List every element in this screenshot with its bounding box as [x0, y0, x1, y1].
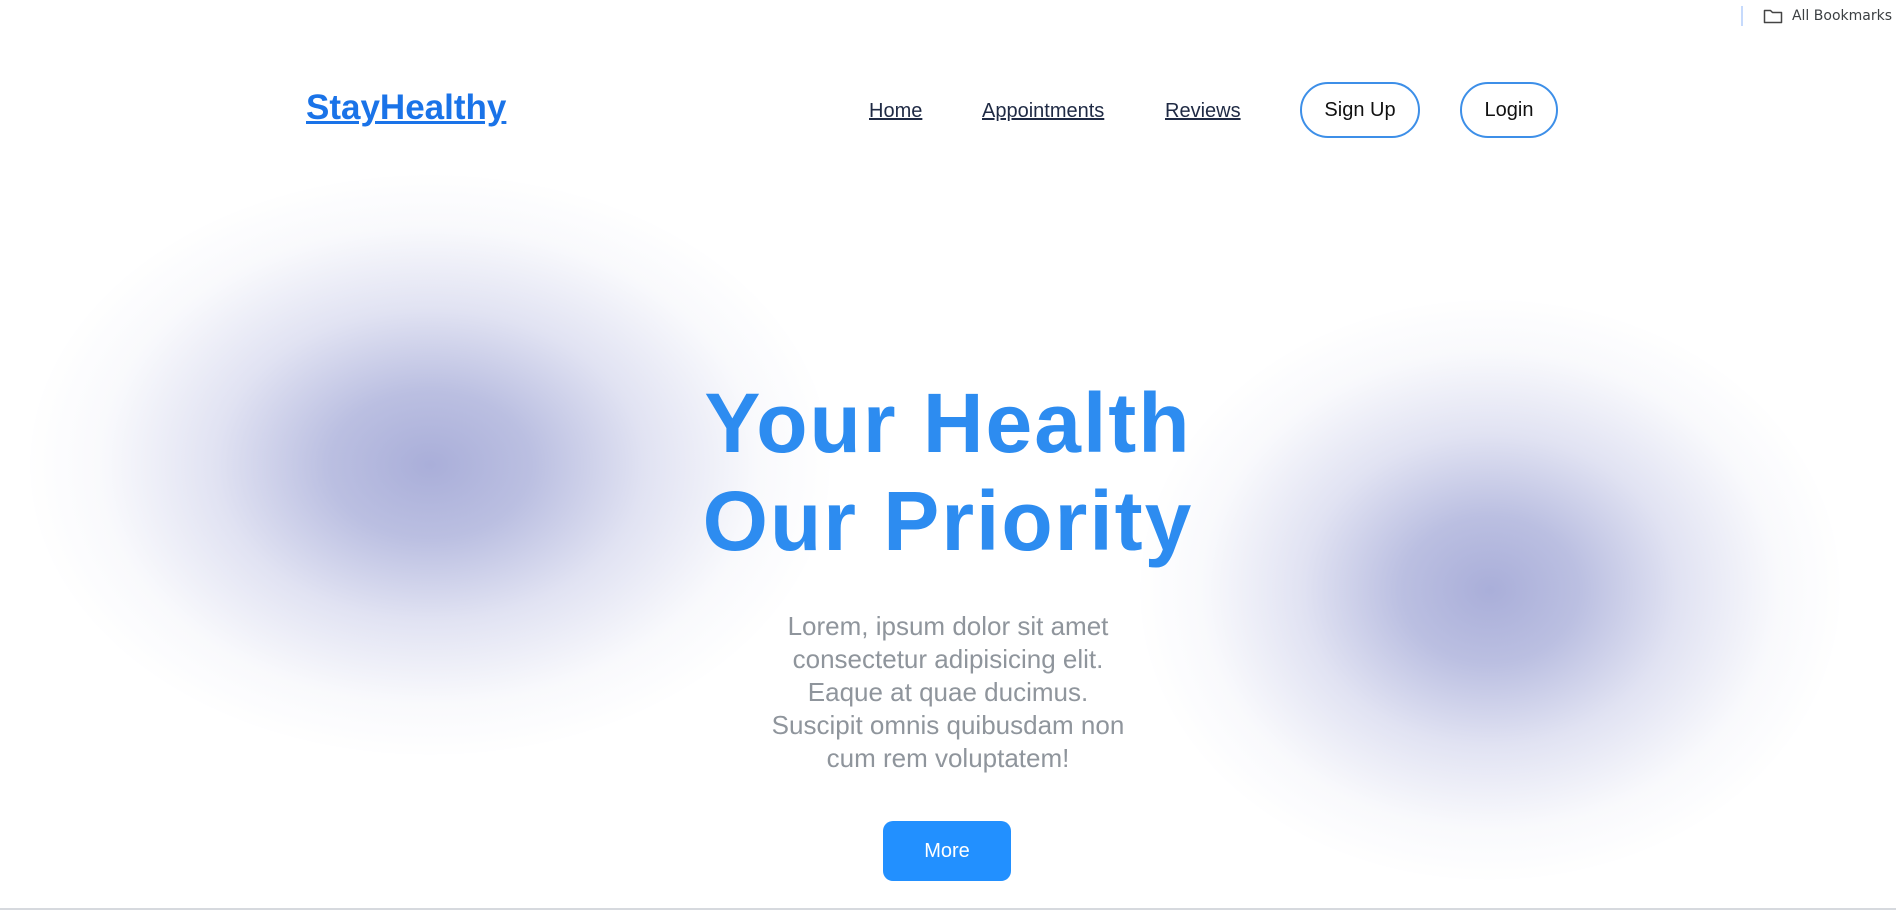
all-bookmarks-label: All Bookmarks: [1791, 8, 1892, 24]
nav-link-reviews[interactable]: Reviews: [1165, 100, 1241, 123]
bookmarks-bar: All Bookmarks: [1632, 0, 1896, 32]
login-button[interactable]: Login: [1460, 82, 1558, 138]
hero-description: Lorem, ipsum dolor sit amet consectetur …: [748, 610, 1148, 775]
sign-up-button[interactable]: Sign Up: [1300, 82, 1420, 138]
nav-link-appointments[interactable]: Appointments: [982, 100, 1104, 123]
hero-description-line: cum rem voluptatem!: [826, 743, 1070, 773]
hero-description-line: Suscipit omnis quibusdam non: [771, 710, 1125, 740]
hero-title-line-2: Our Priority: [702, 474, 1194, 568]
bottom-divider: [0, 908, 1896, 910]
folder-icon: [1763, 8, 1783, 24]
hero-description-line: Lorem, ipsum dolor sit amet: [787, 611, 1109, 641]
logo-link[interactable]: StayHealthy: [306, 88, 506, 128]
page: All Bookmarks StayHealthy Home Appointme…: [0, 0, 1896, 912]
hero-title: Your Health Our Priority: [548, 374, 1348, 570]
navbar: StayHealthy Home Appointments Reviews Si…: [0, 80, 1896, 142]
all-bookmarks-button[interactable]: All Bookmarks: [1763, 8, 1892, 24]
nav-link-home[interactable]: Home: [869, 100, 922, 123]
hero-description-line: consectetur adipisicing elit.: [792, 644, 1104, 674]
hero-title-line-1: Your Health: [704, 376, 1192, 470]
bookmarks-separator: [1740, 6, 1743, 26]
hero-description-line: Eaque at quae ducimus.: [807, 677, 1089, 707]
more-button[interactable]: More: [883, 821, 1011, 881]
